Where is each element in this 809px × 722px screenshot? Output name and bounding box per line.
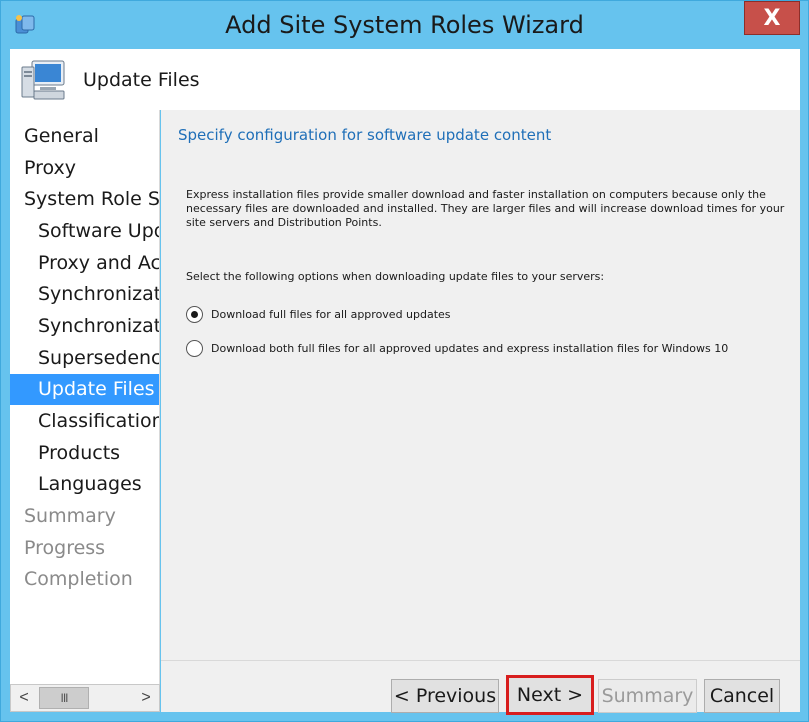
page-header: Update Files <box>10 49 800 110</box>
close-icon: X <box>763 5 781 31</box>
content-panel: Specify configuration for software updat… <box>161 110 800 660</box>
option-label: Download full files for all approved upd… <box>211 307 451 321</box>
nav-item-summary: Summary <box>24 505 116 527</box>
nav-item-supersedence-rules[interactable]: Supersedence Rules <box>10 343 159 374</box>
window-title: Add Site System Roles Wizard <box>225 11 584 39</box>
option-full-files[interactable]: Download full files for all approved upd… <box>186 305 451 323</box>
wizard-footer: < Previous Next > Summary Cancel <box>161 660 800 715</box>
nav-item-software-update-point[interactable]: Software Update Point <box>10 216 159 247</box>
nav-item-progress: Progress <box>24 537 106 559</box>
wizard-window: Add Site System Roles Wizard X Update Fi… <box>0 0 809 722</box>
nav-item-completion: Completion <box>24 568 133 590</box>
nav-item-system-role-selection[interactable]: System Role Selection <box>10 184 159 215</box>
scroll-right-icon[interactable]: > <box>133 685 159 711</box>
nav-item-proxy-and-account-settings[interactable]: Proxy and Account Settings <box>10 248 159 279</box>
nav-item-general[interactable]: General <box>10 121 159 152</box>
page-title: Update Files <box>83 69 200 91</box>
nav-item-products[interactable]: Products <box>10 438 159 469</box>
computer-icon <box>21 60 65 100</box>
scroll-left-icon[interactable]: < <box>11 685 37 711</box>
option-label: Download both full files for all approve… <box>211 341 729 355</box>
cancel-button[interactable]: Cancel <box>704 679 780 713</box>
radio-dot-icon <box>191 310 198 318</box>
wizard-steps-nav: General Proxy System Role Selection Soft… <box>10 110 160 684</box>
option-full-and-express-files[interactable]: Download both full files for all approve… <box>186 339 728 357</box>
close-button[interactable]: X <box>744 1 800 35</box>
description-text: Express installation files provide small… <box>186 188 785 229</box>
options-prompt: Select the following options when downlo… <box>186 270 605 283</box>
previous-button[interactable]: < Previous <box>391 679 499 713</box>
nav-item-languages[interactable]: Languages <box>10 469 159 500</box>
scroll-thumb[interactable]: III <box>39 687 89 709</box>
nav-item-update-files[interactable]: Update Files <box>10 374 159 405</box>
radio-button-selected[interactable] <box>186 305 203 323</box>
nav-item-classifications[interactable]: Classifications <box>10 406 159 437</box>
title-bar[interactable]: Add Site System Roles Wizard X <box>1 1 808 49</box>
content-heading: Specify configuration for software updat… <box>178 126 552 144</box>
nav-item-synchronization-schedule[interactable]: Synchronization Schedule <box>10 311 159 342</box>
summary-button: Summary <box>598 679 697 713</box>
nav-horizontal-scrollbar[interactable]: < III > <box>10 684 160 712</box>
radio-button[interactable] <box>186 339 203 357</box>
nav-item-synchronization-source[interactable]: Synchronization Source <box>10 279 159 310</box>
next-button[interactable]: Next > <box>506 675 594 715</box>
nav-item-proxy[interactable]: Proxy <box>10 153 159 184</box>
